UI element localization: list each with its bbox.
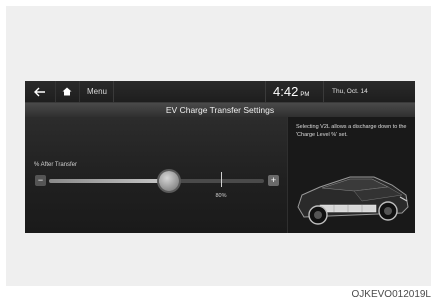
divider bbox=[323, 81, 324, 102]
info-text: Selecting V2L allows a discharge down to… bbox=[296, 124, 407, 138]
figure-caption: OJKEVO012019L bbox=[351, 289, 432, 300]
slider-fill bbox=[49, 179, 170, 183]
ev-car-illustration bbox=[297, 176, 409, 225]
info-panel: Selecting V2L allows a discharge down to… bbox=[287, 117, 415, 233]
slider-label: % After Transfer bbox=[34, 162, 78, 168]
clock[interactable]: 4:42 PM bbox=[273, 81, 309, 102]
slider-track[interactable] bbox=[49, 179, 264, 183]
home-button[interactable] bbox=[55, 81, 80, 102]
top-bar: Menu 4:42 PM Thu, Oct. 14 bbox=[25, 81, 415, 103]
clock-time: 4:42 bbox=[273, 84, 299, 99]
increase-button[interactable]: + bbox=[268, 175, 279, 186]
infotainment-screen: Menu 4:42 PM Thu, Oct. 14 EV Charge Tran… bbox=[25, 81, 415, 233]
decrease-button[interactable]: − bbox=[35, 175, 46, 186]
slider-thumb[interactable] bbox=[159, 171, 180, 191]
back-arrow-icon bbox=[34, 87, 45, 96]
back-button[interactable] bbox=[25, 81, 56, 102]
limit-marker bbox=[221, 172, 222, 187]
clock-ampm: PM bbox=[300, 92, 310, 98]
menu-button[interactable]: Menu bbox=[81, 81, 113, 102]
settings-panel: % After Transfer − 80% + bbox=[25, 117, 287, 233]
home-icon bbox=[62, 87, 72, 96]
page-title: EV Charge Transfer Settings bbox=[25, 103, 415, 117]
divider bbox=[265, 81, 266, 102]
limit-marker-label: 80% bbox=[215, 193, 227, 199]
date-label: Thu, Oct. 14 bbox=[332, 88, 368, 95]
divider bbox=[113, 81, 114, 102]
